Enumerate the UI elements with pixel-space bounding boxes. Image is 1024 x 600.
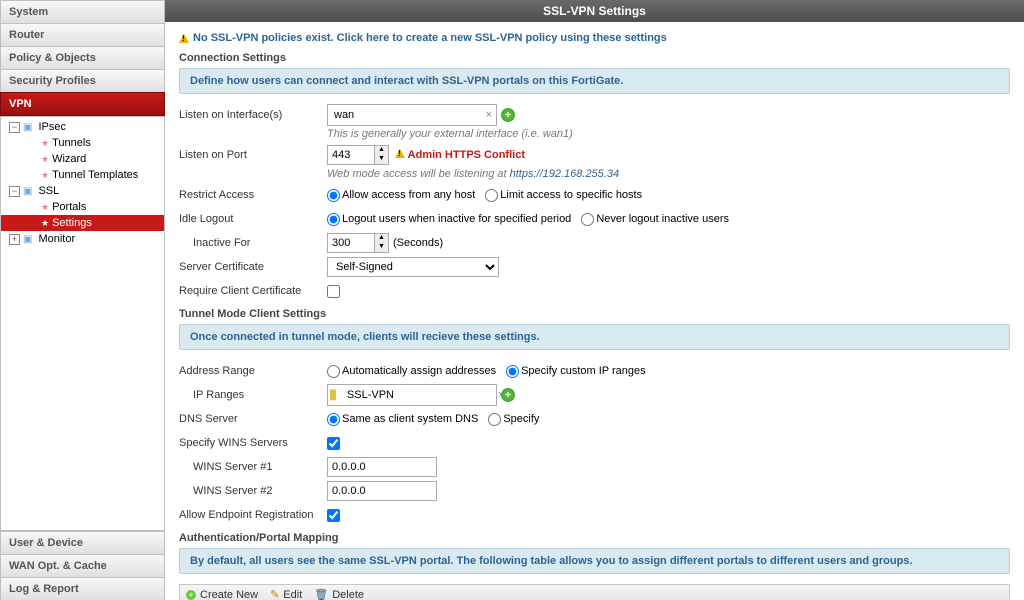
tree-ssl[interactable]: −SSL [1,183,164,199]
warning-icon [179,34,189,43]
port-conflict-warning: Admin HTTPS Conflict [395,149,525,161]
vpn-tree: −IPsec ★Tunnels ★Wizard ★Tunnel Template… [0,116,165,531]
add-interface-button[interactable]: + [501,108,515,122]
wins1-input[interactable] [327,457,437,477]
nav-user-device[interactable]: User & Device [0,531,165,554]
warning-icon [395,149,405,158]
inactive-label: Inactive For [179,237,327,249]
plus-icon: + [186,590,196,600]
cert-label: Server Certificate [179,261,327,273]
spin-down-icon[interactable]: ▼ [375,155,388,164]
address-icon [330,389,340,401]
wins1-label: WINS Server #1 [179,461,327,473]
auth-heading: Authentication/Portal Mapping [179,532,1010,544]
restrict-specific-radio[interactable] [485,189,498,202]
main: SSL-VPN Settings No SSL-VPN policies exi… [165,0,1024,600]
addr-auto-radio[interactable] [327,365,340,378]
tree-tunnels[interactable]: ★Tunnels [1,135,164,151]
nav-system[interactable]: System [0,0,165,23]
idle-logout-radio[interactable] [327,213,340,226]
trash-icon: 🗑 [314,588,328,600]
wins-label: Specify WINS Servers [179,437,327,449]
tunnel-heading: Tunnel Mode Client Settings [179,308,1010,320]
addr-range-label: Address Range [179,365,327,377]
dns-specify-radio[interactable] [488,413,501,426]
listen-port-input[interactable]: ▲▼ [327,145,389,165]
wins-checkbox[interactable] [327,437,340,450]
listen-interface-label: Listen on Interface(s) [179,109,327,121]
collapse-icon[interactable]: − [9,122,20,133]
dns-label: DNS Server [179,413,327,425]
nav-vpn[interactable]: VPN [0,92,165,116]
endpoint-checkbox[interactable] [327,509,340,522]
wins2-label: WINS Server #2 [179,485,327,497]
tree-ipsec[interactable]: −IPsec [1,119,164,135]
tree-tunnel-templates[interactable]: ★Tunnel Templates [1,167,164,183]
connection-hint: Define how users can connect and interac… [179,68,1010,94]
expand-icon[interactable]: + [9,234,20,245]
spin-up-icon[interactable]: ▲ [375,146,388,155]
ip-ranges-label: IP Ranges [179,389,327,401]
page-title: SSL-VPN Settings [165,0,1024,22]
pencil-icon: ✎ [270,588,279,600]
tree-wizard[interactable]: ★Wizard [1,151,164,167]
listen-port-label: Listen on Port [179,149,327,161]
mapping-toolbar: +Create New ✎Edit 🗑Delete [179,584,1010,600]
web-url-link[interactable]: https://192.168.255.34 [510,168,619,180]
listen-interface-input[interactable]: × [327,104,497,126]
tunnel-hint: Once connected in tunnel mode, clients w… [179,324,1010,350]
delete-button[interactable]: 🗑Delete [314,588,364,600]
idle-never-radio[interactable] [581,213,594,226]
nav-policy[interactable]: Policy & Objects [0,46,165,69]
tree-settings[interactable]: ★Settings [1,215,164,231]
sidebar: System Router Policy & Objects Security … [0,0,165,600]
edit-button[interactable]: ✎Edit [270,588,302,600]
add-range-button[interactable]: + [501,388,515,402]
restrict-label: Restrict Access [179,189,327,201]
web-mode-note: Web mode access will be listening at htt… [327,168,1010,180]
listen-interface-note: This is generally your external interfac… [327,128,1010,140]
inactive-input[interactable]: ▲▼ [327,233,389,253]
endpoint-label: Allow Endpoint Registration [179,509,327,521]
nav-security[interactable]: Security Profiles [0,69,165,92]
connection-heading: Connection Settings [179,52,1010,64]
policy-warning-link[interactable]: No SSL-VPN policies exist. Click here to… [179,32,1010,44]
wins2-input[interactable] [327,481,437,501]
collapse-icon[interactable]: − [9,186,20,197]
tree-portals[interactable]: ★Portals [1,199,164,215]
restrict-any-radio[interactable] [327,189,340,202]
cert-select[interactable]: Self-Signed [327,257,499,277]
clear-icon[interactable]: × [484,109,494,121]
ip-ranges-input[interactable]: × [327,384,497,406]
nav-wanopt[interactable]: WAN Opt. & Cache [0,554,165,577]
nav-router[interactable]: Router [0,23,165,46]
dns-same-radio[interactable] [327,413,340,426]
addr-custom-radio[interactable] [506,365,519,378]
require-cert-label: Require Client Certificate [179,285,327,297]
create-new-button[interactable]: +Create New [186,589,258,600]
idle-label: Idle Logout [179,213,327,225]
auth-hint: By default, all users see the same SSL-V… [179,548,1010,574]
tree-monitor[interactable]: +Monitor [1,231,164,247]
nav-log[interactable]: Log & Report [0,577,165,600]
require-cert-checkbox[interactable] [327,285,340,298]
